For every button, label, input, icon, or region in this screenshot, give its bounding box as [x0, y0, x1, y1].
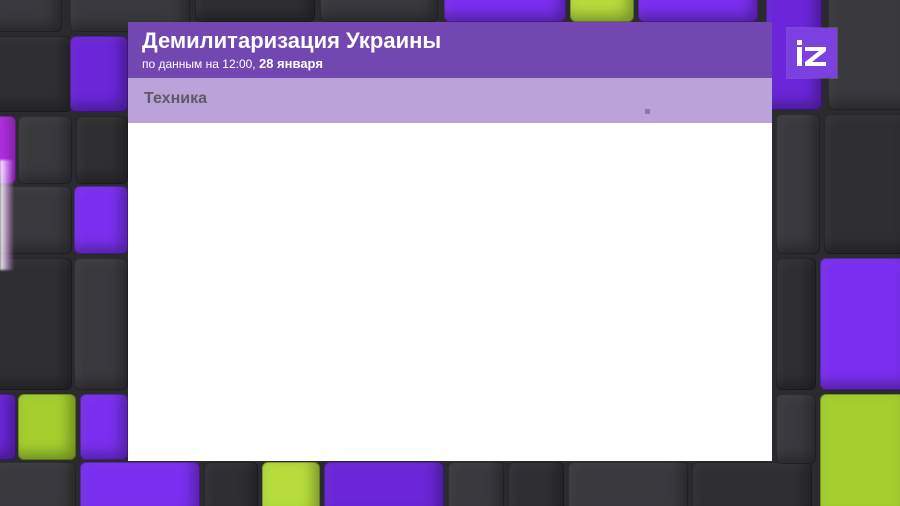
- bg-cube: [776, 258, 816, 390]
- bg-cube: [820, 258, 900, 390]
- bg-cube: [195, 0, 315, 22]
- bg-cube: [0, 36, 72, 112]
- bg-cube: [80, 394, 128, 460]
- bg-cube: [638, 0, 758, 22]
- bg-cube: [74, 258, 128, 390]
- bg-cube: [0, 462, 76, 506]
- bg-cube: [0, 0, 62, 32]
- bg-cube: [448, 462, 504, 506]
- card-header: Демилитаризация Украины по данным на 12:…: [128, 22, 772, 78]
- bg-cube: [262, 462, 320, 506]
- bg-cube: [828, 0, 900, 110]
- light-glow: [0, 160, 14, 270]
- bg-cube: [204, 462, 258, 506]
- section-label: Техника: [144, 90, 207, 107]
- bg-cube: [70, 36, 128, 112]
- subtitle-date: 28 января: [258, 56, 323, 71]
- bg-cube: [18, 394, 76, 460]
- iz-logo-glyph: [797, 40, 826, 66]
- bg-cube: [18, 116, 72, 184]
- bg-cube: [80, 462, 200, 506]
- subtitle-prefix: по данным на 12:00,: [142, 57, 259, 71]
- card-title: Демилитаризация Украины: [142, 28, 442, 53]
- bg-cube: [0, 394, 16, 460]
- bg-cube: [0, 258, 72, 390]
- bg-cube: [320, 0, 438, 22]
- bg-cube: [692, 462, 812, 506]
- bg-cube: [444, 0, 566, 22]
- bg-cube: [776, 114, 820, 254]
- bg-cube: [824, 114, 900, 254]
- bg-cube: [570, 0, 634, 22]
- section-bar: Техника: [128, 78, 772, 123]
- infographic-card: Демилитаризация Украины по данным на 12:…: [128, 22, 772, 461]
- bg-cube: [776, 394, 816, 464]
- bg-cube: [324, 462, 444, 506]
- bg-cube: [820, 394, 900, 506]
- bg-cube: [76, 116, 128, 184]
- card-body: [128, 123, 772, 461]
- bg-cube: [568, 462, 688, 506]
- card-subtitle: по данным на 12:00, 28 января: [142, 56, 758, 72]
- bg-cube: [74, 186, 128, 254]
- iz-logo-icon: [787, 28, 837, 78]
- section-marker: [645, 109, 650, 114]
- bg-cube: [508, 462, 564, 506]
